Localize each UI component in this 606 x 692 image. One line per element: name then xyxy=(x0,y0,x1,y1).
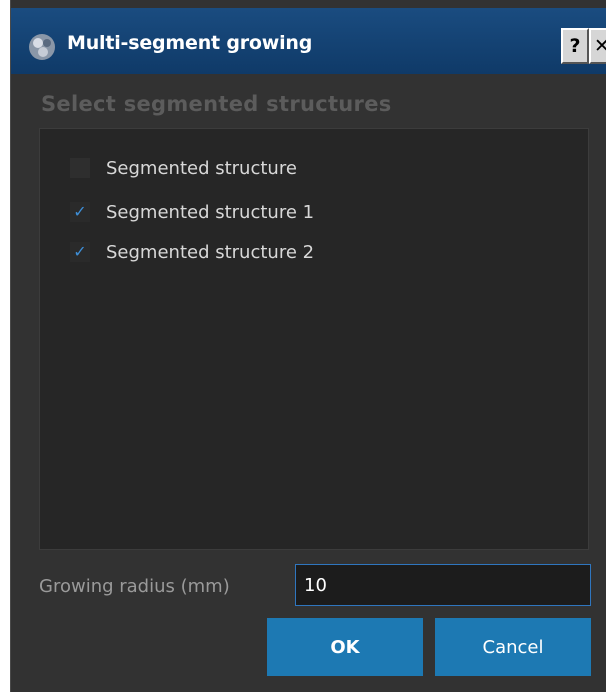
list-item[interactable]: Segmented structure xyxy=(70,153,297,183)
title-bar[interactable]: Multi-segment growing ? ✕ xyxy=(11,8,606,74)
app-icon xyxy=(29,34,55,60)
checkbox-checked[interactable]: ✓ xyxy=(70,202,90,222)
structure-list: Segmented structure ✓ Segmented structur… xyxy=(39,128,589,550)
list-item-label: Segmented structure 1 xyxy=(106,201,315,223)
close-button[interactable]: ✕ xyxy=(589,28,606,64)
list-item[interactable]: ✓ Segmented structure 1 xyxy=(70,197,314,227)
list-item-label: Segmented structure xyxy=(106,157,297,179)
list-item-label: Segmented structure 2 xyxy=(106,241,315,263)
group-title: Select segmented structures xyxy=(41,92,392,116)
cancel-button[interactable]: Cancel xyxy=(435,618,591,676)
growing-radius-label: Growing radius (mm) xyxy=(39,576,230,597)
dialog-window: Multi-segment growing ? ✕ Select segment… xyxy=(10,0,606,692)
ok-button[interactable]: OK xyxy=(267,618,423,676)
help-button[interactable]: ? xyxy=(561,28,589,64)
checkbox-unchecked[interactable] xyxy=(70,158,90,178)
checkbox-checked[interactable]: ✓ xyxy=(70,242,90,262)
growing-radius-input[interactable] xyxy=(295,564,591,606)
list-item[interactable]: ✓ Segmented structure 2 xyxy=(70,237,314,267)
window-title: Multi-segment growing xyxy=(67,32,313,54)
